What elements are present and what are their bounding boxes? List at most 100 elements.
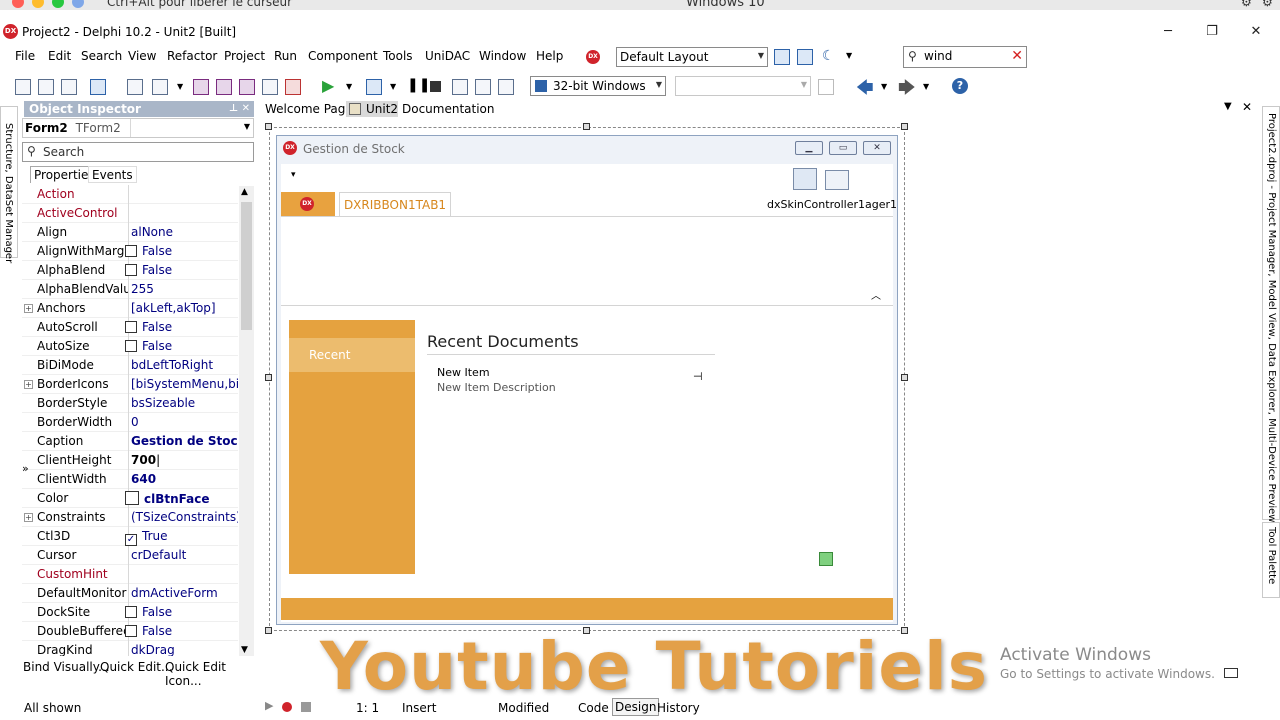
run-without-debug-icon[interactable] <box>366 79 382 95</box>
property-row[interactable]: BorderWidth 0 <box>22 413 238 432</box>
skin-controller-icon[interactable] <box>793 168 817 190</box>
chevron-down-icon[interactable]: ▼ <box>177 82 183 91</box>
close-panel-icon[interactable]: ✕ <box>242 101 250 117</box>
bind-visually-link[interactable]: Bind Visually... <box>23 660 110 674</box>
menu-window[interactable]: Window <box>479 49 526 63</box>
property-row[interactable]: AlphaBlend False <box>22 261 238 280</box>
save-all-icon[interactable] <box>216 79 232 95</box>
property-row[interactable]: BorderStyle bsSizeable <box>22 394 238 413</box>
new-unit-icon[interactable] <box>61 79 77 95</box>
color-swatch[interactable] <box>125 491 139 505</box>
property-row[interactable]: AutoSize False <box>22 337 238 356</box>
chevron-down-icon[interactable]: ▼ <box>881 82 887 91</box>
property-value[interactable]: crDefault <box>131 548 238 562</box>
property-row[interactable]: AlignWithMargins False <box>22 242 238 261</box>
tab-unit2[interactable]: Unit2 <box>346 101 398 117</box>
tab-design[interactable]: Design <box>612 698 660 716</box>
collapse-ribbon-icon[interactable]: ︿ <box>871 287 881 302</box>
property-row[interactable]: AlphaBlendValue 255 <box>22 280 238 299</box>
resize-handle-t[interactable] <box>583 123 590 130</box>
property-value[interactable]: [akLeft,akTop] <box>131 301 238 315</box>
property-row[interactable]: Caption Gestion de Stock <box>22 432 238 451</box>
property-value[interactable]: 700| <box>131 453 238 467</box>
tab-history[interactable]: History <box>657 701 700 715</box>
ide-search-input[interactable]: ⚲ wind ✕ <box>903 46 1027 68</box>
property-value[interactable]: False <box>125 605 232 619</box>
checkbox-icon[interactable]: ✓ <box>125 534 137 546</box>
ribbon-application-button[interactable]: DX <box>281 192 335 216</box>
menu-view[interactable]: View <box>128 49 156 63</box>
property-row[interactable]: Color clBtnFace <box>22 489 238 508</box>
property-value[interactable]: (TSizeConstraints) <box>131 510 238 524</box>
resize-handle-bl[interactable] <box>265 627 272 634</box>
property-row[interactable]: Cursor crDefault <box>22 546 238 565</box>
record-macro-icon[interactable] <box>282 702 292 712</box>
project-manager-side-tab[interactable]: Project2.dproj - Project Manager, Model … <box>1266 113 1277 522</box>
checkbox-icon[interactable] <box>125 606 137 618</box>
restore-button[interactable]: ❐ <box>1192 22 1232 42</box>
save-layout-icon[interactable] <box>774 49 790 65</box>
back-arrow-icon[interactable]: 🡄 <box>856 75 874 104</box>
resize-handle-r[interactable] <box>901 374 908 381</box>
property-value[interactable]: bsSizeable <box>131 396 238 410</box>
menu-unidac[interactable]: UniDAC <box>425 49 470 63</box>
backstage-item-recent[interactable]: Recent <box>289 338 415 372</box>
keyboard-layout-icon[interactable] <box>1224 668 1238 678</box>
structure-side-tab[interactable]: Structure, DataSet Manager <box>3 123 14 263</box>
pause-icon[interactable]: ❚❚ <box>407 77 430 93</box>
step-over-icon[interactable] <box>452 79 468 95</box>
checkbox-icon[interactable] <box>125 321 137 333</box>
tab-list-icon[interactable]: ▼ <box>1224 101 1232 112</box>
property-value[interactable]: False <box>125 244 232 258</box>
tool-palette-side-panel[interactable]: Tool Palette <box>1262 522 1280 598</box>
build-config-combo[interactable]: ▼ <box>675 76 811 96</box>
tab-documentation[interactable]: Documentation <box>399 101 498 117</box>
stop-icon[interactable] <box>430 81 441 92</box>
layout-combo[interactable]: Default Layout ▼ <box>616 47 768 67</box>
help-icon[interactable]: ? <box>952 78 968 94</box>
minimize-button[interactable]: ─ <box>1148 22 1188 42</box>
project-manager-side-panel[interactable]: Project2.dproj - Project Manager, Model … <box>1262 106 1280 522</box>
property-value[interactable]: 0 <box>131 415 238 429</box>
property-value[interactable]: Gestion de Stock <box>131 434 238 448</box>
property-value[interactable]: dkDrag <box>131 643 238 656</box>
tab-code[interactable]: Code <box>578 701 609 715</box>
object-selector[interactable]: Form2 TForm2 ▼ <box>22 118 254 138</box>
recent-item-title[interactable]: New Item <box>437 366 490 379</box>
remove-file-icon[interactable] <box>285 79 301 95</box>
project-options-icon[interactable] <box>90 79 106 95</box>
menu-tools[interactable]: Tools <box>383 49 413 63</box>
stop-macro-icon[interactable] <box>301 702 311 712</box>
property-row[interactable]: BiDiMode bdLeftToRight <box>22 356 238 375</box>
property-value[interactable]: ✓ True <box>125 529 232 546</box>
property-row[interactable]: + Constraints (TSizeConstraints) <box>22 508 238 527</box>
settings-icon[interactable]: ⚙ <box>1262 0 1273 9</box>
property-value[interactable]: clBtnFace <box>125 491 232 506</box>
gear-icon[interactable]: ⚙ <box>1241 0 1252 9</box>
inspector-search-input[interactable]: ⚲ Search <box>22 142 254 162</box>
open-icon[interactable] <box>127 79 143 95</box>
quick-edit-link[interactable]: Quick Edit... <box>100 660 172 674</box>
designed-form-window[interactable]: DX Gestion de Stock ▁ ▭ ✕ ▾ dxSkinContro… <box>276 135 898 625</box>
ribbon-tab[interactable]: DXRIBBON1TAB1 <box>339 192 451 217</box>
property-value[interactable]: False <box>125 339 232 353</box>
save-as-icon[interactable] <box>239 79 255 95</box>
ribbon-component-icon[interactable] <box>825 170 849 190</box>
menu-file[interactable]: File <box>15 49 35 63</box>
property-row[interactable]: DockSite False <box>22 603 238 622</box>
devexpress-icon[interactable]: DX <box>586 50 600 64</box>
resize-handle-tl[interactable] <box>265 123 272 130</box>
expand-property-icon[interactable]: + <box>24 513 33 522</box>
expand-property-icon[interactable]: + <box>24 304 33 313</box>
close-button[interactable]: ✕ <box>1236 22 1276 42</box>
tab-events[interactable]: Events <box>88 166 137 183</box>
save-icon[interactable] <box>193 79 209 95</box>
property-value[interactable]: alNone <box>131 225 238 239</box>
checkbox-icon[interactable] <box>125 625 137 637</box>
menu-edit[interactable]: Edit <box>48 49 71 63</box>
menu-component[interactable]: Component <box>308 49 378 63</box>
checkbox-icon[interactable] <box>125 245 137 257</box>
minimize-dot-icon[interactable] <box>32 0 44 8</box>
expand-property-icon[interactable]: + <box>24 380 33 389</box>
property-row[interactable]: Align alNone <box>22 223 238 242</box>
